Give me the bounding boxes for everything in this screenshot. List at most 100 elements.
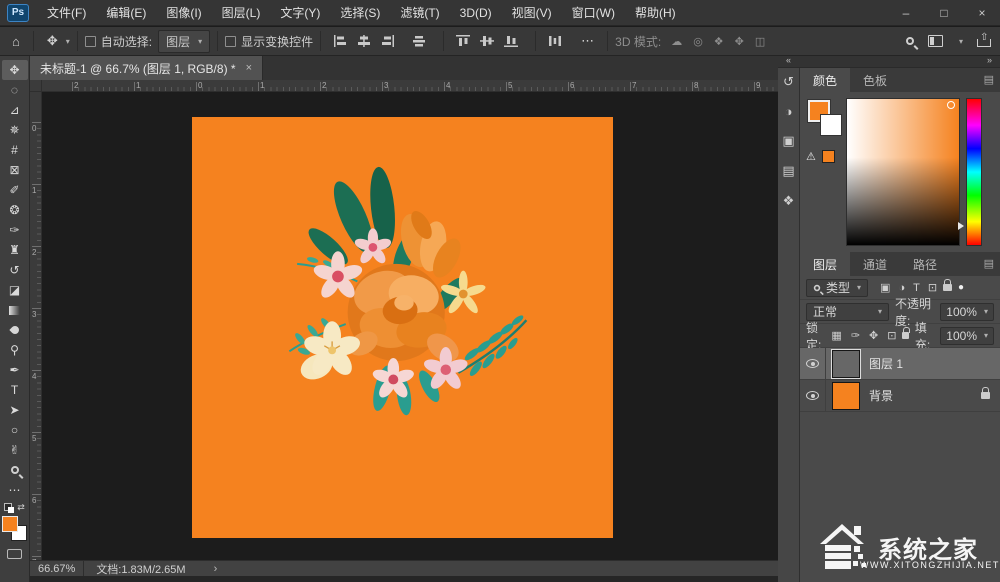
zoom-level-field[interactable]: 66.67% bbox=[30, 563, 83, 575]
layer-thumbnail[interactable] bbox=[832, 350, 860, 378]
filter-shape-icon[interactable]: ⊡ bbox=[928, 281, 937, 294]
foreground-color-swatch[interactable] bbox=[2, 516, 18, 532]
filter-type-icon[interactable]: T bbox=[913, 282, 920, 294]
tab-channels[interactable]: 通道 bbox=[850, 252, 900, 276]
auto-select-checkbox[interactable] bbox=[85, 36, 96, 47]
align-bottom-icon[interactable] bbox=[504, 35, 518, 47]
lock-transparency-icon[interactable]: ▦ bbox=[831, 329, 841, 342]
quick-mask-icon[interactable] bbox=[7, 549, 22, 559]
filter-toggle-icon[interactable]: ● bbox=[958, 282, 964, 293]
align-middle-icon[interactable] bbox=[480, 35, 494, 47]
distribute-h-icon[interactable] bbox=[412, 35, 426, 47]
default-colors-icon[interactable] bbox=[4, 503, 14, 513]
menu-item[interactable]: 3D(D) bbox=[450, 0, 502, 25]
horizontal-ruler[interactable]: 210123456789 bbox=[42, 80, 778, 92]
crop-tool[interactable]: # bbox=[2, 140, 28, 160]
color-picker-ring[interactable] bbox=[947, 101, 955, 109]
panel-menu-icon[interactable]: ▤ bbox=[984, 73, 994, 86]
hue-slider[interactable] bbox=[966, 98, 982, 246]
tab-layers[interactable]: 图层 bbox=[800, 252, 850, 276]
history-brush-tool[interactable]: ↺ bbox=[2, 260, 28, 280]
menu-item[interactable]: 窗口(W) bbox=[562, 0, 625, 25]
visibility-eye-icon[interactable] bbox=[806, 391, 819, 400]
magic-wand-tool[interactable]: ✵ bbox=[2, 120, 28, 140]
layer-row-layer1[interactable]: 图层 1 bbox=[800, 348, 1000, 380]
menu-item[interactable]: 文件(F) bbox=[37, 0, 96, 25]
lock-all-icon[interactable] bbox=[902, 332, 908, 339]
align-center-h-icon[interactable] bbox=[357, 35, 371, 47]
path-select-tool[interactable]: ➤ bbox=[2, 400, 28, 420]
filter-pixel-icon[interactable]: ▣ bbox=[880, 281, 890, 294]
canvas-document[interactable] bbox=[192, 117, 613, 538]
chevron-down-icon[interactable]: ▾ bbox=[66, 37, 70, 46]
marquee-tool[interactable]: ◌ bbox=[2, 80, 28, 100]
menu-item[interactable]: 视图(V) bbox=[502, 0, 562, 25]
toolbar-more-button[interactable]: ⋯ bbox=[2, 480, 28, 500]
lock-position-icon[interactable]: ✥ bbox=[869, 329, 878, 342]
type-tool[interactable]: T bbox=[2, 380, 28, 400]
fill-field[interactable]: 100% ▾ bbox=[940, 327, 994, 345]
zoom-tool[interactable] bbox=[2, 460, 28, 480]
lasso-tool[interactable]: ⊿ bbox=[2, 100, 28, 120]
layer-filter-dropdown[interactable]: 类型 ▾ bbox=[806, 279, 868, 297]
filter-smart-object-icon[interactable] bbox=[943, 284, 952, 291]
visibility-eye-icon[interactable] bbox=[806, 359, 819, 368]
frame-tool[interactable]: ⊠ bbox=[2, 160, 28, 180]
maximize-button[interactable]: □ bbox=[934, 6, 954, 20]
layer-row-background[interactable]: 背景 bbox=[800, 380, 1000, 412]
canvas-viewport[interactable] bbox=[42, 92, 778, 560]
3d-pan-icon[interactable]: ❖ bbox=[714, 35, 724, 48]
vertical-ruler[interactable]: 01234567 bbox=[30, 92, 42, 560]
adjustments-panel-icon[interactable]: ◑ bbox=[785, 104, 793, 119]
blur-tool[interactable] bbox=[2, 320, 28, 340]
clone-stamp-tool[interactable]: ♜ bbox=[2, 240, 28, 260]
move-tool[interactable]: ✥ bbox=[2, 60, 28, 80]
healing-brush-tool[interactable]: ❂ bbox=[2, 200, 28, 220]
more-options-icon[interactable]: ⋯ bbox=[575, 33, 600, 49]
home-icon[interactable]: ⌂ bbox=[6, 34, 26, 49]
eyedropper-tool[interactable]: ✐ bbox=[2, 180, 28, 200]
pen-tool[interactable]: ✒ bbox=[2, 360, 28, 380]
menu-item[interactable]: 选择(S) bbox=[330, 0, 390, 25]
properties-panel-icon[interactable]: ▤ bbox=[782, 163, 794, 179]
gamut-warning-icon[interactable]: ⚠ bbox=[806, 150, 816, 163]
align-top-icon[interactable] bbox=[456, 35, 470, 47]
hue-slider-arrow[interactable] bbox=[958, 222, 964, 230]
opacity-field[interactable]: 100% ▾ bbox=[940, 303, 994, 321]
3d-camera-icon[interactable]: ◫ bbox=[755, 35, 765, 48]
layer-name[interactable]: 背景 bbox=[869, 387, 893, 404]
menu-item[interactable]: 帮助(H) bbox=[625, 0, 686, 25]
align-right-icon[interactable] bbox=[381, 35, 395, 47]
tab-swatches[interactable]: 色板 bbox=[850, 68, 900, 92]
auto-select-dropdown[interactable]: 图层 ▾ bbox=[158, 30, 210, 53]
saturation-brightness-field[interactable] bbox=[846, 98, 960, 246]
distribute-v-icon[interactable] bbox=[548, 35, 562, 47]
tab-paths[interactable]: 路径 bbox=[900, 252, 950, 276]
gradient-tool[interactable] bbox=[2, 300, 28, 320]
collapse-panels-icon[interactable]: » bbox=[987, 55, 992, 65]
layer-thumbnail[interactable] bbox=[832, 382, 860, 410]
background-color-well[interactable] bbox=[820, 114, 842, 136]
dodge-tool[interactable]: ⚲ bbox=[2, 340, 28, 360]
document-tab[interactable]: 未标题-1 @ 66.7% (图层 1, RGB/8) * × bbox=[30, 56, 263, 80]
3d-roll-icon[interactable]: ◎ bbox=[693, 35, 703, 48]
align-left-icon[interactable] bbox=[333, 35, 347, 47]
minimize-button[interactable]: – bbox=[896, 6, 916, 20]
menu-item[interactable]: 滤镜(T) bbox=[390, 0, 449, 25]
menu-item[interactable]: 文字(Y) bbox=[270, 0, 330, 25]
swap-colors-icon[interactable]: ⇄ bbox=[17, 502, 25, 513]
hand-tool[interactable]: ✌ bbox=[2, 440, 28, 460]
eraser-tool[interactable]: ◪ bbox=[2, 280, 28, 300]
menu-item[interactable]: 图像(I) bbox=[156, 0, 211, 25]
panel-menu-icon[interactable]: ▤ bbox=[984, 257, 994, 270]
filter-adjustment-icon[interactable]: ◑ bbox=[898, 282, 905, 294]
move-tool-preset-icon[interactable]: ✥ bbox=[41, 33, 64, 49]
menu-item[interactable]: 编辑(E) bbox=[96, 0, 156, 25]
lock-artboard-icon[interactable]: ⊡ bbox=[887, 329, 896, 342]
chevron-down-icon[interactable]: ▾ bbox=[959, 37, 963, 46]
menu-item[interactable]: 图层(L) bbox=[212, 0, 271, 25]
workspace-icon[interactable] bbox=[928, 35, 943, 47]
search-icon[interactable] bbox=[906, 37, 914, 45]
show-transform-checkbox[interactable] bbox=[225, 36, 236, 47]
3d-orbit-icon[interactable]: ☁ bbox=[671, 35, 682, 48]
